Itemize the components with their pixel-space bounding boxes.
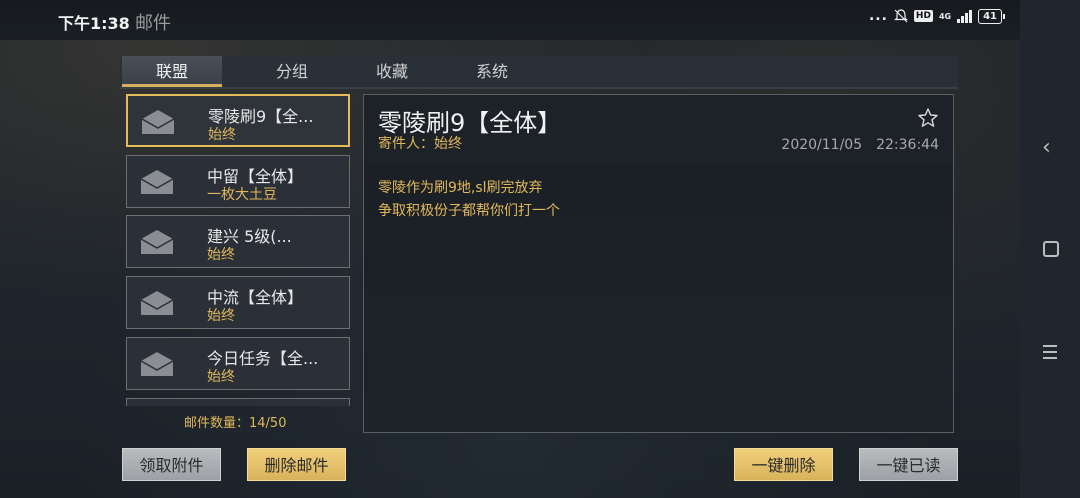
app-title: 邮件 — [135, 13, 171, 34]
list-item[interactable]: 建兴 5级(... 始终 — [126, 215, 350, 268]
detail-sender: 寄件人：始终 — [378, 136, 462, 152]
detail-body: 零陵作为刷9地,sl刷完放弃 争取积极份子都帮你们打一个 — [378, 177, 560, 223]
envelope-icon — [140, 170, 174, 194]
tab-favorites[interactable]: 收藏 — [342, 56, 442, 87]
tab-group[interactable]: 分组 — [242, 56, 342, 87]
battery-icon: 41 — [978, 8, 1005, 24]
list-item[interactable]: 零陵刷9【全... 始终 — [126, 94, 350, 147]
mail-sender: 始终 — [208, 127, 236, 143]
envelope-icon — [141, 110, 175, 134]
hd-badge: HD — [913, 10, 933, 22]
status-icons: ... HD 4G 41 — [868, 8, 1005, 24]
delete-mail-button[interactable]: 删除邮件 — [247, 448, 346, 481]
claim-attachment-button[interactable]: 领取附件 — [122, 448, 221, 481]
mute-bell-icon — [893, 9, 908, 23]
mail-detail-panel: 零陵刷9【全体】 寄件人：始终 2020/11/05 22:36:44 零陵作为… — [363, 94, 954, 433]
mail-sender: 始终 — [207, 247, 235, 263]
detail-body-line: 争取积极份子都帮你们打一个 — [378, 203, 560, 219]
detail-body-line: 零陵作为刷9地,sl刷完放弃 — [378, 180, 543, 196]
mail-count: 邮件数量：14/50 — [184, 416, 287, 431]
back-icon[interactable]: ‹ — [1042, 135, 1051, 160]
delete-all-button[interactable]: 一键删除 — [734, 448, 833, 481]
network-type: 4G — [938, 11, 952, 21]
system-nav-bar: ‹ — [1020, 0, 1080, 498]
signal-icon — [957, 9, 973, 23]
detail-date: 2020/11/05 22:36:44 — [781, 137, 939, 153]
list-item[interactable]: 中留【全体】 一枚大土豆 — [126, 155, 350, 208]
status-time: 下午1:38 — [58, 14, 130, 33]
mail-list[interactable]: 零陵刷9【全... 始终 中留【全体】 一枚大土豆 建兴 5级(... 始终 中… — [124, 94, 354, 406]
status-bar: 下午1:38 邮件 ... HD 4G 41 — [0, 0, 1020, 40]
envelope-icon — [140, 352, 174, 376]
envelope-icon — [140, 291, 174, 315]
list-item[interactable]: 中流【全体】 始终 — [126, 276, 350, 329]
list-item[interactable]: 今日任务【全... 始终 — [126, 337, 350, 390]
more-dots-icon: ... — [868, 8, 888, 24]
menu-icon[interactable] — [1043, 345, 1057, 363]
mail-tabs: 联盟 分组 收藏 系统 — [120, 56, 958, 89]
mail-sender: 一枚大土豆 — [207, 187, 277, 203]
mark-all-read-button[interactable]: 一键已读 — [859, 448, 958, 481]
mail-sender: 始终 — [207, 369, 235, 385]
envelope-icon — [140, 230, 174, 254]
tab-alliance[interactable]: 联盟 — [122, 56, 222, 87]
list-item-partial[interactable] — [126, 398, 350, 406]
home-icon[interactable] — [1043, 241, 1059, 257]
tab-system[interactable]: 系统 — [442, 56, 542, 87]
mail-sender: 始终 — [207, 308, 235, 324]
detail-header: 零陵刷9【全体】 寄件人：始终 2020/11/05 22:36:44 — [364, 95, 953, 165]
star-icon[interactable] — [917, 107, 939, 129]
